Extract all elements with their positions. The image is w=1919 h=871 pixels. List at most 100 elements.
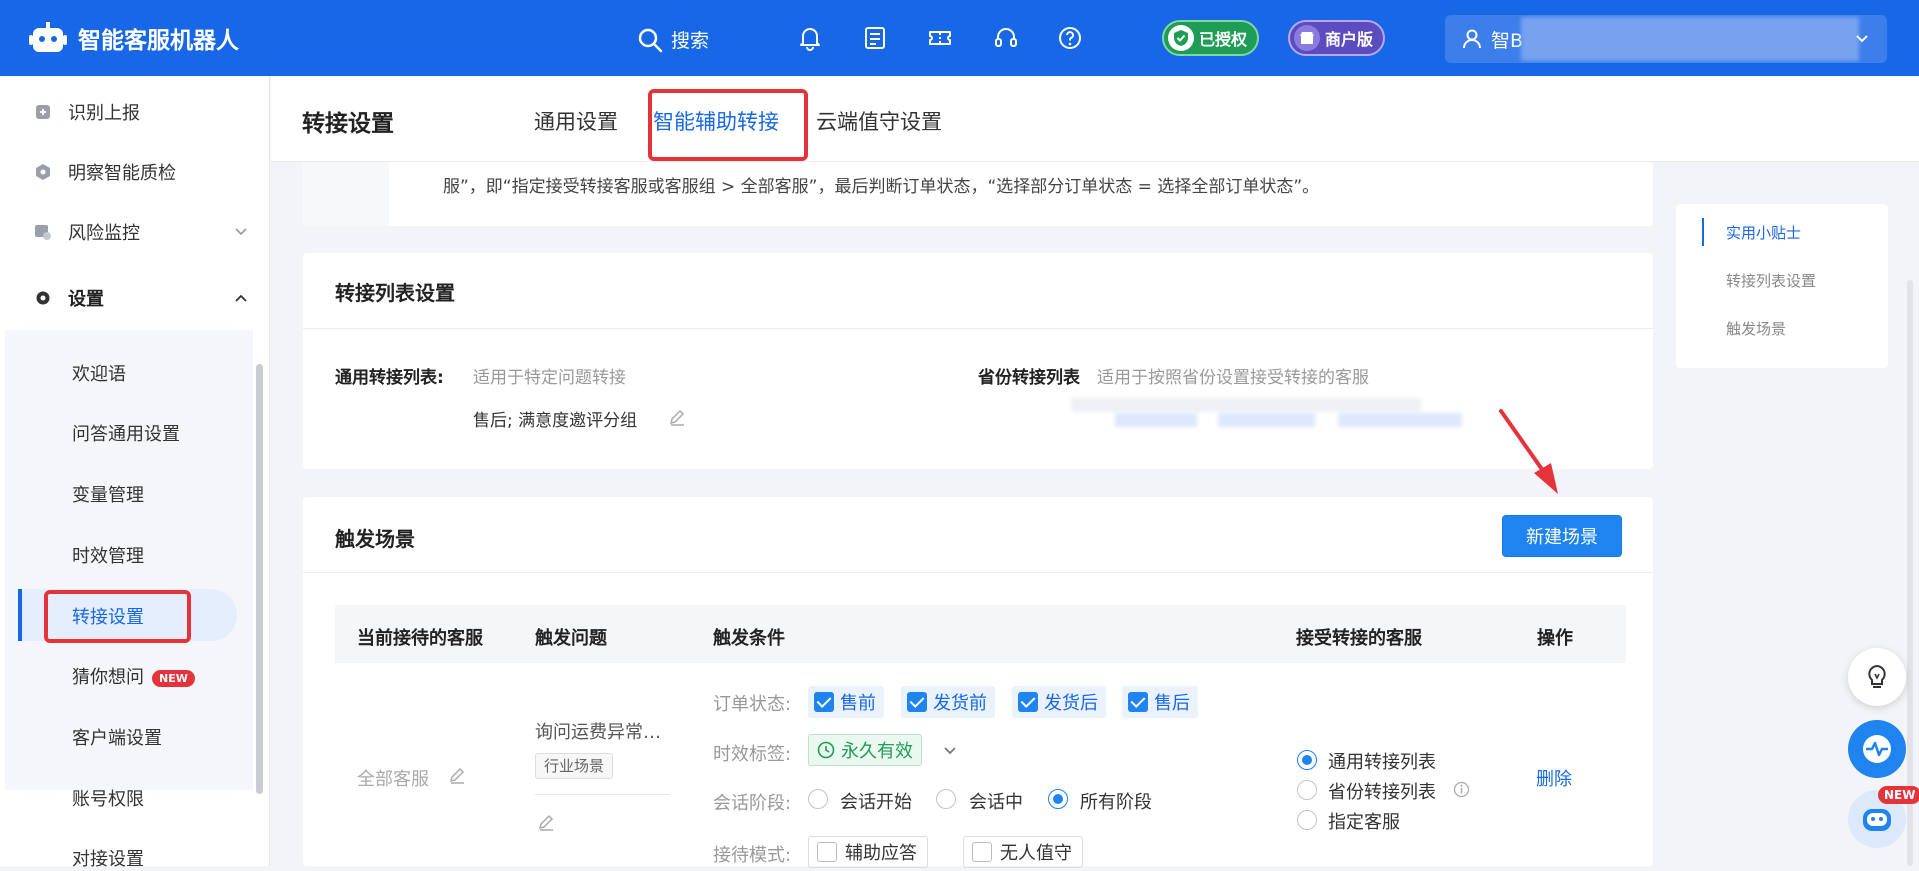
edit-icon[interactable]	[537, 813, 555, 831]
radio-stage-middle[interactable]	[936, 789, 956, 809]
stage-option-label: 会话开始	[840, 792, 912, 813]
task-list-icon[interactable]	[862, 25, 888, 51]
arrow-annotation-icon	[1499, 409, 1558, 494]
sidebar-subitem-integration[interactable]: 对接设置	[72, 845, 144, 871]
checkbox-empty-icon	[817, 842, 837, 862]
anchor-item-trigger[interactable]: 触发场景	[1726, 318, 1786, 339]
sidebar-item-label: 设置	[68, 289, 104, 310]
mode-option-label: 无人值守	[1000, 843, 1072, 864]
radio-province-list[interactable]	[1297, 780, 1317, 800]
sidebar-subitem-welcome[interactable]: 欢迎语	[72, 360, 126, 386]
sidebar-scrollbar[interactable]	[256, 364, 263, 794]
order-status-presale[interactable]: 售前	[808, 686, 884, 718]
order-status-aftersale[interactable]: 售后	[1122, 686, 1198, 718]
search-button[interactable]: 搜索	[637, 26, 709, 53]
ticket-icon[interactable]	[927, 25, 953, 51]
order-status-after-ship[interactable]: 发货后	[1012, 686, 1106, 718]
info-icon[interactable]	[1453, 781, 1470, 798]
anchor-item-list[interactable]: 转接列表设置	[1726, 270, 1816, 291]
transfer-list-card: 转接列表设置 通用转接列表: 适用于特定问题转接 售后; 满意度邀评分组 省份转…	[303, 253, 1653, 469]
robot-icon	[29, 22, 67, 52]
column-header: 接受转接的客服	[1296, 628, 1422, 649]
question-tag: 行业场景	[535, 753, 614, 779]
gear-icon	[36, 291, 50, 305]
mode-assist-checkbox[interactable]: 辅助应答	[808, 836, 928, 868]
sidebar-item-report[interactable]: 识别上报	[0, 84, 270, 140]
new-scene-button[interactable]: 新建场景	[1502, 515, 1622, 557]
clock-icon	[817, 741, 835, 759]
sidebar-item-quality[interactable]: 明察智能质检	[0, 144, 270, 200]
help-icon[interactable]	[1057, 25, 1083, 51]
chip-label: 发货前	[933, 693, 987, 714]
radio-general-list[interactable]	[1297, 750, 1317, 770]
tip-card: 服”，即“指定接受转接客服或客服组 > 全部客服”，最后判断订单状态，“选择部分…	[303, 162, 1653, 226]
anchor-item-tips[interactable]: 实用小贴士	[1726, 222, 1801, 243]
monitor-icon	[35, 225, 51, 240]
edit-icon[interactable]	[448, 766, 466, 784]
general-list-desc: 适用于特定问题转接	[473, 368, 626, 388]
card-title: 转接列表设置	[335, 281, 455, 305]
merchant-badge[interactable]: 商户版	[1288, 20, 1386, 56]
new-badge: NEW	[152, 669, 195, 687]
user-menu[interactable]: 智B	[1445, 15, 1887, 63]
order-status-label: 订单状态:	[713, 694, 792, 715]
stage-label: 会话阶段:	[713, 793, 792, 814]
sidebar-item-risk[interactable]: 风险监控	[0, 204, 270, 260]
province-list-desc: 适用于按照省份设置接受转接的客服	[1097, 368, 1369, 388]
tab-cloud-guard[interactable]: 云端值守设置	[816, 106, 942, 136]
radio-stage-all[interactable]	[1048, 789, 1068, 809]
table-header: 当前接待的客服 触发问题 触发条件 接受转接的客服 操作	[335, 605, 1626, 663]
app-logo[interactable]: 智能客服机器人	[28, 20, 239, 56]
sidebar-item-label: 明察智能质检	[68, 163, 176, 184]
redacted-province-value	[1071, 398, 1421, 412]
checkbox-checked-icon	[907, 692, 927, 712]
column-header: 触发问题	[535, 628, 607, 649]
chevron-down-icon	[1856, 35, 1868, 43]
delete-link[interactable]: 删除	[1536, 765, 1572, 791]
pulse-icon	[1863, 735, 1891, 763]
sidebar-subitem-timeliness[interactable]: 时效管理	[72, 542, 144, 568]
user-icon	[1463, 29, 1481, 49]
radio-stage-start[interactable]	[808, 789, 828, 809]
mode-option-label: 辅助应答	[845, 843, 917, 864]
chevron-down-icon	[235, 228, 247, 236]
bell-icon[interactable]	[797, 25, 823, 51]
sidebar-item-settings[interactable]: 设置	[0, 270, 270, 326]
chevron-down-icon[interactable]	[942, 745, 958, 757]
mode-unattended-checkbox[interactable]: 无人值守	[963, 836, 1083, 868]
checkbox-checked-icon	[1018, 692, 1038, 712]
sidebar-subitem-qa[interactable]: 问答通用设置	[72, 420, 180, 446]
target-option-label: 通用转接列表	[1328, 752, 1436, 773]
sidebar-item-label: 风险监控	[68, 223, 140, 244]
column-header: 当前接待的客服	[357, 628, 483, 649]
trigger-question[interactable]: 询问运费异常…	[535, 718, 661, 744]
store-icon	[1294, 25, 1320, 51]
tip-card-gutter	[303, 162, 389, 226]
anchor-nav: 实用小贴士 转接列表设置 触发场景	[1676, 204, 1888, 368]
order-status-before-ship[interactable]: 发货前	[901, 686, 995, 718]
card-title: 触发场景	[335, 527, 415, 551]
auth-badge[interactable]: 已授权	[1162, 20, 1260, 56]
sidebar-subitem-client[interactable]: 客户端设置	[72, 724, 162, 750]
monitor-float-button[interactable]	[1848, 720, 1906, 778]
headset-icon[interactable]	[993, 25, 1019, 51]
sidebar-subitem-guess[interactable]: 猜你想问 NEW	[72, 663, 195, 689]
divider	[303, 328, 1653, 329]
tab-general[interactable]: 通用设置	[534, 106, 618, 136]
redacted-province-value	[1115, 413, 1197, 427]
radio-specific-agent[interactable]	[1297, 810, 1317, 830]
column-header: 触发条件	[713, 628, 785, 649]
sidebar-subitem-variables[interactable]: 变量管理	[72, 481, 144, 507]
page-scrollbar[interactable]	[1907, 280, 1913, 866]
chip-label: 售后	[1154, 693, 1190, 714]
time-tag-value: 永久有效	[841, 741, 913, 762]
page-header: 转接设置 通用设置 智能辅助转接 云端值守设置	[271, 76, 1919, 162]
edit-icon[interactable]	[668, 408, 686, 426]
sidebar-subitem-permissions[interactable]: 账号权限	[72, 785, 144, 811]
stage-option-label: 会话中	[969, 792, 1023, 813]
tips-float-button[interactable]	[1848, 648, 1906, 706]
time-tag[interactable]: 永久有效	[808, 734, 922, 766]
highlight-box	[44, 590, 191, 643]
anchor-active-bar	[1702, 218, 1704, 246]
province-list-label: 省份转接列表	[978, 368, 1080, 388]
